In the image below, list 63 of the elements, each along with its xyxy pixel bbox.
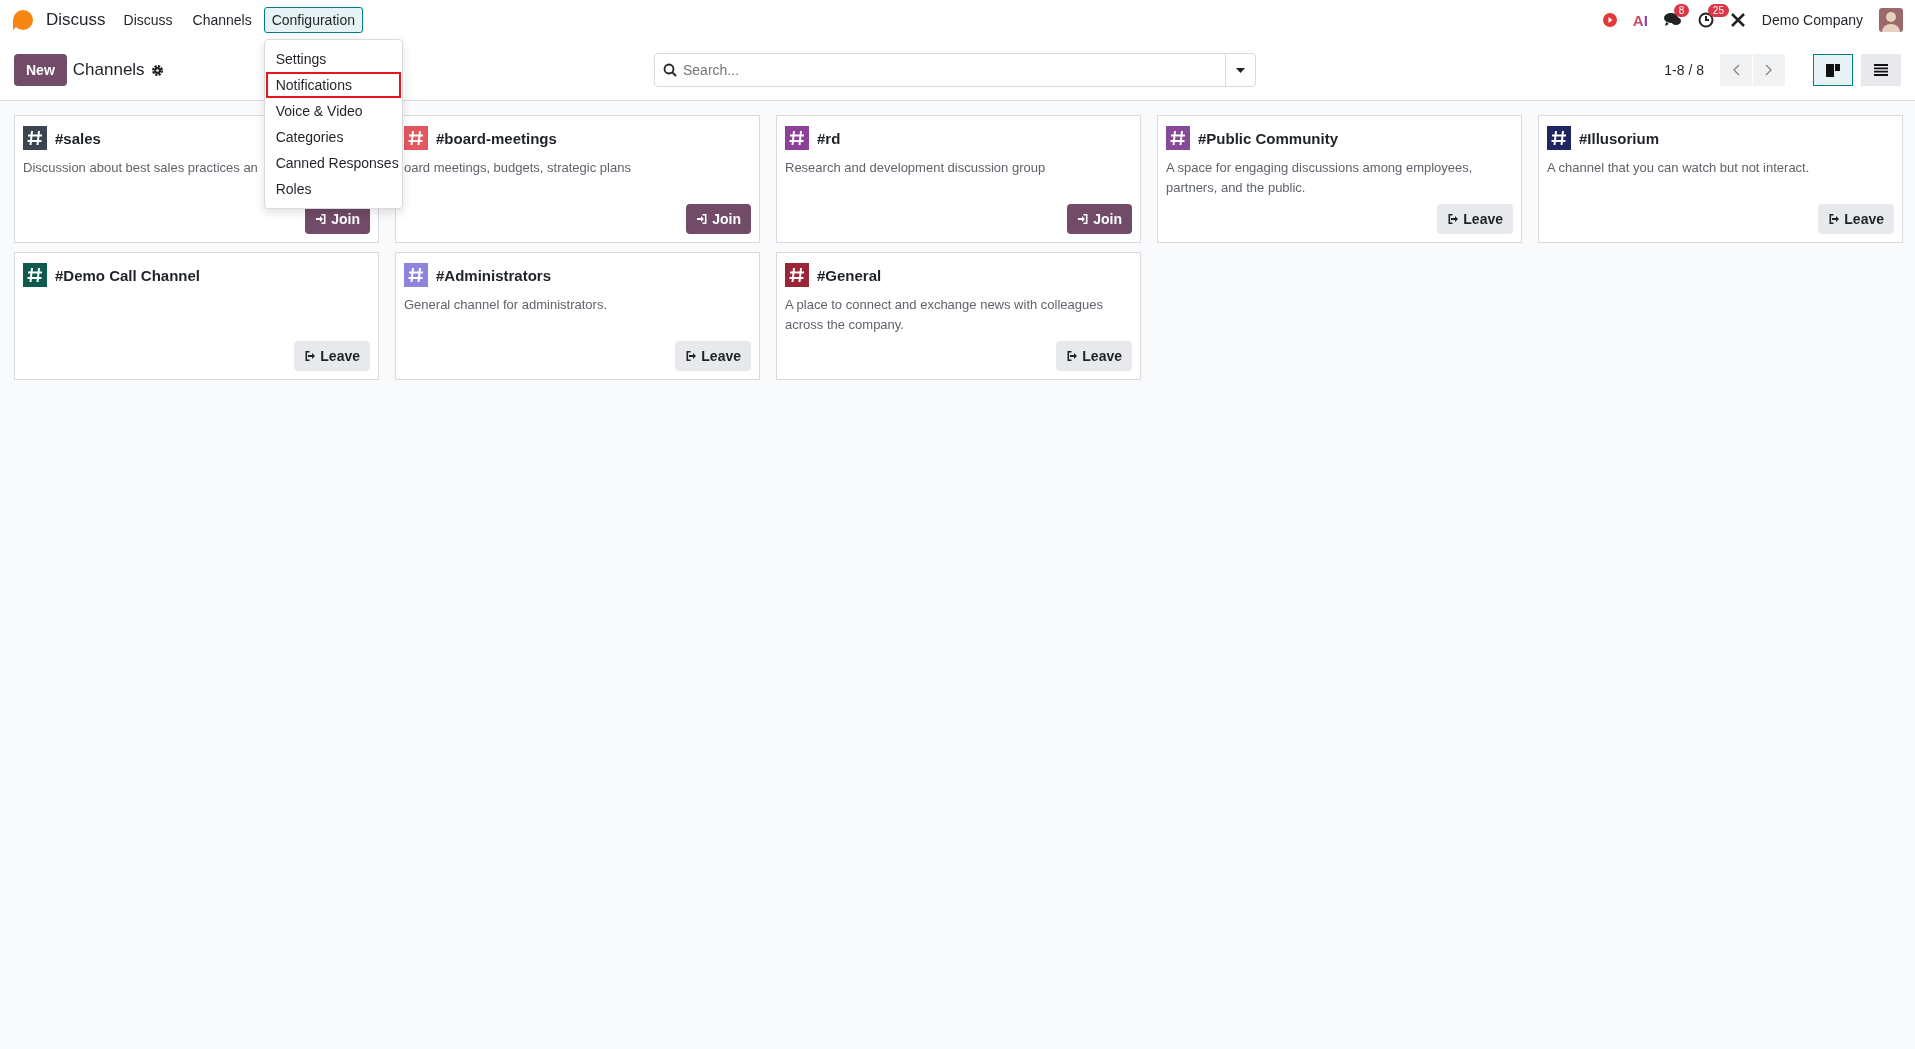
exit-icon — [1066, 350, 1079, 362]
kanban-icon — [1826, 63, 1840, 77]
search-bar[interactable]: Search... — [654, 53, 1256, 87]
channel-name[interactable]: #Demo Call Channel — [55, 266, 201, 284]
nav-menu-item[interactable]: Channels — [184, 7, 260, 33]
channel-card[interactable]: #Demo Call Channel Leave — [14, 252, 379, 380]
enter-icon — [315, 213, 328, 225]
channel-description: A place to connect and exchange news with colleagues across the company. — [785, 296, 1104, 334]
list-view-button[interactable] — [1861, 54, 1901, 86]
join-button[interactable]: Join — [686, 204, 751, 234]
pager-value[interactable]: 1-8 / 8 — [1664, 62, 1704, 78]
enter-icon — [696, 213, 709, 225]
nav-menu-item[interactable]: Configuration — [263, 7, 363, 33]
list-icon — [1874, 64, 1888, 76]
channel-description: General channel for administrators. — [404, 296, 608, 314]
chevron-right-icon — [1765, 64, 1773, 76]
channel-description: oard meetings, budgets, strategic plans — [404, 159, 631, 177]
channel-description: A channel that you can watch but not interact. — [1547, 159, 1810, 177]
channel-description: A space for engaging discussions among employees, partners, and the public. — [1166, 159, 1474, 197]
notification-badge: 25 — [1707, 4, 1729, 17]
exit-icon — [1828, 213, 1841, 225]
channel-description: Research and development discussion group — [785, 159, 1046, 177]
new-button[interactable]: New — [14, 54, 67, 86]
search-field[interactable]: Search... — [677, 62, 1225, 78]
channel-card[interactable]: #rd Research and development discussion group Join — [776, 115, 1141, 243]
notification-badge: 8 — [1673, 4, 1690, 17]
channel-name[interactable]: #rd — [817, 129, 841, 147]
channel-name[interactable]: #board-meetings — [436, 129, 557, 147]
channel-name[interactable]: #General — [817, 266, 882, 284]
gear-icon[interactable] — [150, 63, 164, 77]
company-name[interactable]: Demo Company — [1761, 12, 1863, 28]
leave-button[interactable]: Leave — [1056, 341, 1132, 371]
leave-button[interactable]: Leave — [1818, 204, 1894, 234]
enter-icon — [1077, 213, 1090, 225]
exit-icon — [1447, 213, 1460, 225]
leave-button[interactable]: Leave — [1437, 204, 1513, 234]
channel-name[interactable]: #Illusorium — [1579, 129, 1660, 147]
page-title: Channels — [72, 60, 145, 80]
menu-item[interactable]: Notifications — [265, 72, 401, 98]
channel-card[interactable]: #Administrators General channel for administrators. Leave — [395, 252, 760, 380]
exit-icon — [685, 350, 698, 362]
channel-card[interactable]: #Public Community A space for engaging discussions among employees, partners, and the public. Leave — [1157, 115, 1522, 243]
channel-card[interactable]: #General A place to connect and exchange news with colleagues across the company. Leave — [776, 252, 1141, 380]
leave-button[interactable]: Leave — [675, 341, 751, 371]
caret-icon — [1236, 67, 1245, 73]
channel-card[interactable]: #Illusorium A channel that you can watch but not interact. Leave — [1538, 115, 1903, 243]
app-name[interactable]: Discuss — [46, 10, 106, 30]
search-icon — [663, 63, 677, 77]
channel-name[interactable]: #sales — [55, 129, 101, 147]
nav-menu-item[interactable]: Discuss — [115, 7, 181, 33]
record-icon[interactable] — [1602, 13, 1617, 27]
menu-item[interactable]: Settings — [265, 46, 401, 72]
clock-icon[interactable] — [1697, 12, 1714, 28]
channel-name[interactable]: #Public Community — [1198, 129, 1339, 147]
channel-description: Discussion about best sales practices an — [23, 159, 258, 177]
channel-name[interactable]: #Administrators — [436, 266, 552, 284]
leave-button[interactable]: Leave — [294, 341, 370, 371]
exit-icon — [304, 350, 317, 362]
chat-icon[interactable] — [1663, 12, 1682, 28]
kanban-view-button[interactable] — [1813, 54, 1853, 86]
join-button[interactable]: Join — [1067, 204, 1132, 234]
chevron-left-icon — [1732, 64, 1740, 76]
avatar-icon[interactable] — [1879, 8, 1903, 32]
